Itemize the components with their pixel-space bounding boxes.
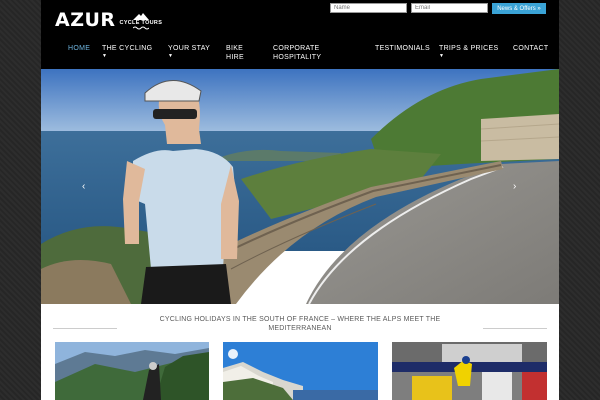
nav-item-bike-hire[interactable]: BIKE HIRE	[226, 44, 248, 62]
slider-next-button[interactable]: ›	[513, 181, 516, 192]
slider-prev-button[interactable]: ‹	[82, 181, 85, 192]
nav-item-your-stay[interactable]: YOUR STAY ▼	[168, 44, 210, 59]
hero-image	[41, 69, 559, 304]
nav-item-contact[interactable]: CONTACT	[513, 44, 548, 53]
caret-down-icon: ▼	[168, 53, 174, 59]
nav-item-corporate-hospitality[interactable]: CORPORATE HOSPITALITY	[273, 44, 329, 62]
caret-down-icon: ▼	[102, 53, 108, 59]
nav-item-label: TRIPS & PRICES	[439, 45, 499, 52]
site-logo[interactable]: AZUR CYCLE TOURS	[55, 6, 162, 34]
nav-item-trips-prices[interactable]: TRIPS & PRICES ▼	[439, 44, 498, 59]
nav-item-label: CORPORATE HOSPITALITY	[273, 45, 322, 61]
feature-image-mountains[interactable]	[55, 342, 209, 400]
wave-icon	[132, 26, 149, 29]
page-tagline: CYCLING HOLIDAYS IN THE SOUTH OF FRANCE …	[159, 316, 441, 332]
name-input[interactable]	[330, 3, 407, 13]
nav-item-label: TESTIMONIALS	[375, 45, 430, 52]
email-input[interactable]	[411, 3, 488, 13]
tour-race-image	[392, 342, 547, 400]
site-header: AZUR CYCLE TOURS News & Offers » HOME TH…	[41, 0, 559, 69]
nav-item-home[interactable]: HOME	[68, 44, 90, 53]
main-nav: HOME THE CYCLING ▼ YOUR STAY ▼ BIKE HIRE…	[41, 44, 559, 69]
nav-item-the-cycling[interactable]: THE CYCLING ▼	[102, 44, 152, 59]
mountain-icon	[132, 12, 149, 20]
hero-slider: ‹ ›	[41, 69, 559, 304]
caret-down-icon: ▼	[439, 53, 445, 59]
feature-image-coast[interactable]	[223, 342, 378, 400]
divider-left	[53, 328, 117, 329]
newsletter-form: News & Offers »	[330, 3, 546, 14]
mountain-road-image	[55, 342, 209, 400]
feature-image-race[interactable]	[392, 342, 547, 400]
nav-item-label: THE CYCLING	[102, 45, 153, 52]
nav-item-label: HOME	[68, 45, 91, 52]
coastline-image	[223, 342, 378, 400]
logo-wordmark: AZUR	[55, 9, 116, 31]
page-container: AZUR CYCLE TOURS News & Offers » HOME TH…	[41, 0, 559, 400]
divider-right	[483, 328, 547, 329]
nav-item-label: YOUR STAY	[168, 45, 211, 52]
news-offers-button[interactable]: News & Offers »	[492, 3, 546, 14]
nav-item-label: BIKE HIRE	[226, 45, 244, 61]
logo-badge: CYCLE TOURS	[120, 12, 163, 30]
nav-item-testimonials[interactable]: TESTIMONIALS	[375, 44, 430, 53]
nav-item-label: CONTACT	[513, 45, 549, 52]
